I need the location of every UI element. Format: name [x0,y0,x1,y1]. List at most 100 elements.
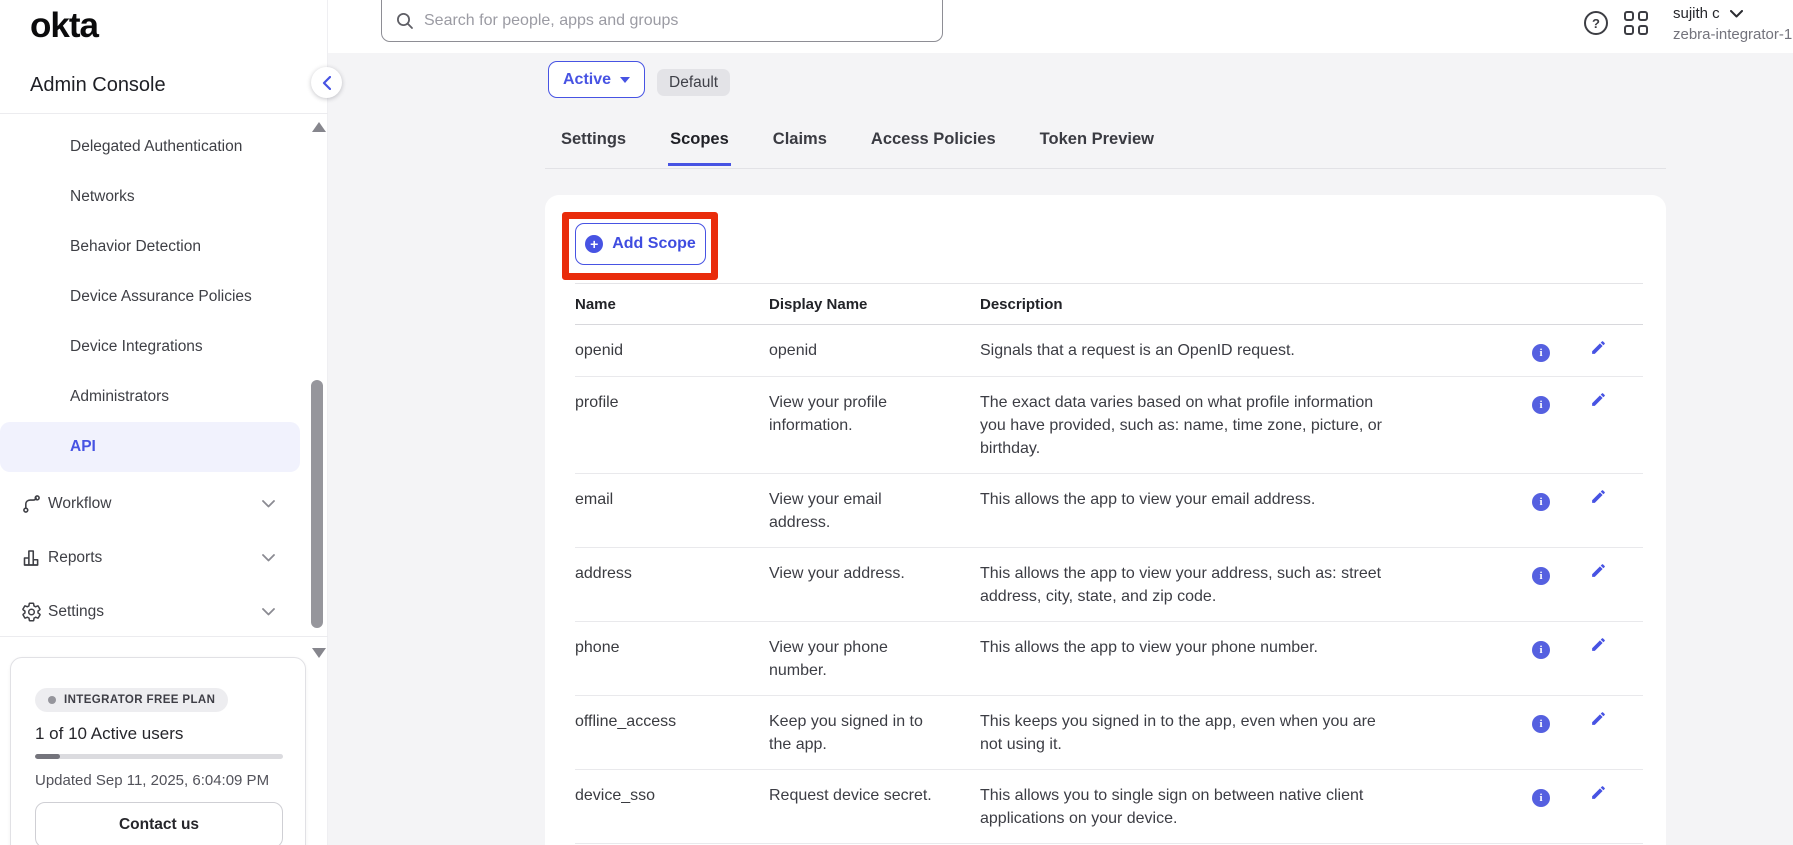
sidebar-item-device-assurance-policies[interactable]: Device Assurance Policies [0,272,300,322]
tab-settings[interactable]: Settings [559,130,628,166]
scope-name: offline_access [575,696,769,770]
scope-description: The exact data varies based on what prof… [980,391,1392,460]
search-icon [396,12,414,30]
global-search[interactable] [381,0,943,42]
chevron-left-icon [322,76,331,90]
sidebar-item-networks[interactable]: Networks [0,172,300,222]
gear-icon [21,602,42,623]
user-menu[interactable]: sujith c zebra-integrator-12 [1673,5,1793,43]
sidebar-collapse-button[interactable] [311,67,342,98]
scope-description: Signals that a request is an OpenID requ… [980,339,1392,362]
scope-description: This allows the app to view your email a… [980,488,1392,511]
chevron-down-icon [262,500,275,508]
column-header-name: Name [575,284,769,325]
okta-admin-console: ? sujith c zebra-integrator-12 okta Admi… [0,0,1793,845]
scroll-down-arrow[interactable] [312,648,326,658]
sidebar-item-reports[interactable]: Reports [0,532,300,584]
help-button[interactable]: ? [1580,7,1612,39]
info-icon[interactable]: i [1532,344,1550,362]
question-mark-icon: ? [1584,11,1608,35]
scope-description: This allows you to single sign on betwee… [980,784,1392,830]
plan-dot-icon [48,696,56,704]
column-header-display-name: Display Name [769,284,980,325]
table-row: phone View your phone number. This allow… [575,622,1643,696]
scope-display-name: openid [769,339,944,362]
scope-name: address [575,548,769,622]
scope-description: This allows the app to view your phone n… [980,636,1392,659]
sidebar-item-settings[interactable]: Settings [0,586,300,638]
default-badge: Default [657,69,730,96]
topbar: ? sujith c zebra-integrator-12 [328,0,1793,53]
table-row: device_sso Request device secret. This a… [575,770,1643,844]
plan-badge: INTEGRATOR FREE PLAN [35,688,228,712]
scope-name: profile [575,377,769,474]
console-title: Admin Console [30,74,166,97]
scope-description: This keeps you signed in to the app, eve… [980,710,1392,756]
tab-claims[interactable]: Claims [771,130,829,166]
info-icon[interactable]: i [1532,715,1550,733]
tab-token-preview[interactable]: Token Preview [1038,130,1156,166]
info-icon[interactable]: i [1532,567,1550,585]
scope-name: phone [575,622,769,696]
chevron-down-icon [262,554,275,562]
usage-updated-timestamp: Updated Sep 11, 2025, 6:04:09 PM [35,772,269,789]
table-header-row: Name Display Name Description [575,284,1643,325]
sidebar-item-api[interactable]: API [0,422,300,472]
add-scope-button[interactable]: + Add Scope [575,223,706,265]
usage-progress-bar [35,754,283,759]
contact-us-button[interactable]: Contact us [35,802,283,845]
my-apps-button[interactable] [1620,7,1652,39]
edit-pencil-icon[interactable] [1590,488,1607,505]
tabs-divider [545,168,1666,169]
scope-display-name: Keep you signed in to the app. [769,710,944,756]
sidebar-item-administrators[interactable]: Administrators [0,372,300,422]
search-input[interactable] [424,12,928,30]
tab-access-policies[interactable]: Access Policies [869,130,998,166]
edit-pencil-icon[interactable] [1590,339,1607,356]
info-icon[interactable]: i [1532,493,1550,511]
scope-display-name: View your profile information. [769,391,944,437]
scope-display-name: View your phone number. [769,636,944,682]
table-row: openid openid Signals that a request is … [575,325,1643,377]
edit-pencil-icon[interactable] [1590,710,1607,727]
table-row: profile View your profile information. T… [575,377,1643,474]
info-icon[interactable]: i [1532,396,1550,414]
sidebar-item-delegated-authentication[interactable]: Delegated Authentication [0,122,300,172]
caret-down-icon [620,77,630,83]
apps-grid-icon [1624,11,1648,35]
status-dropdown[interactable]: Active [548,61,645,98]
scrollbar-thumb[interactable] [311,380,323,628]
table-row: email View your email address. This allo… [575,474,1643,548]
sidebar-item-device-integrations[interactable]: Device Integrations [0,322,300,372]
sidebar-divider-top [0,113,328,114]
scope-display-name: View your address. [769,562,944,585]
scroll-up-arrow[interactable] [312,122,326,132]
chevron-down-icon [1730,10,1743,18]
chevron-down-icon [262,608,275,616]
usage-progress-fill [35,754,60,759]
okta-logo: okta [30,6,98,46]
auth-server-tabs: Settings Scopes Claims Access Policies T… [559,130,1156,166]
scope-display-name: View your email address. [769,488,944,534]
info-icon[interactable]: i [1532,641,1550,659]
scope-name: email [575,474,769,548]
edit-pencil-icon[interactable] [1590,562,1607,579]
info-icon[interactable]: i [1532,789,1550,807]
scopes-table: Name Display Name Description openid ope… [575,283,1643,844]
edit-pencil-icon[interactable] [1590,391,1607,408]
table-row: offline_access Keep you signed in to the… [575,696,1643,770]
scope-description: This allows the app to view your address… [980,562,1392,608]
column-header-description: Description [980,284,1510,325]
workflow-icon [21,494,42,515]
sidebar-item-behavior-detection[interactable]: Behavior Detection [0,222,300,272]
edit-pencil-icon[interactable] [1590,784,1607,801]
sidebar-item-workflow[interactable]: Workflow [0,478,300,530]
plus-circle-icon: + [585,235,603,253]
scope-name: device_sso [575,770,769,844]
edit-pencil-icon[interactable] [1590,636,1607,653]
org-name: zebra-integrator-12 [1673,26,1793,43]
scopes-panel: + Add Scope Name Display Name Descriptio… [545,195,1666,845]
sidebar: okta Admin Console Delegated Authenticat… [0,0,328,845]
tab-scopes[interactable]: Scopes [668,130,731,166]
scope-name: openid [575,325,769,377]
